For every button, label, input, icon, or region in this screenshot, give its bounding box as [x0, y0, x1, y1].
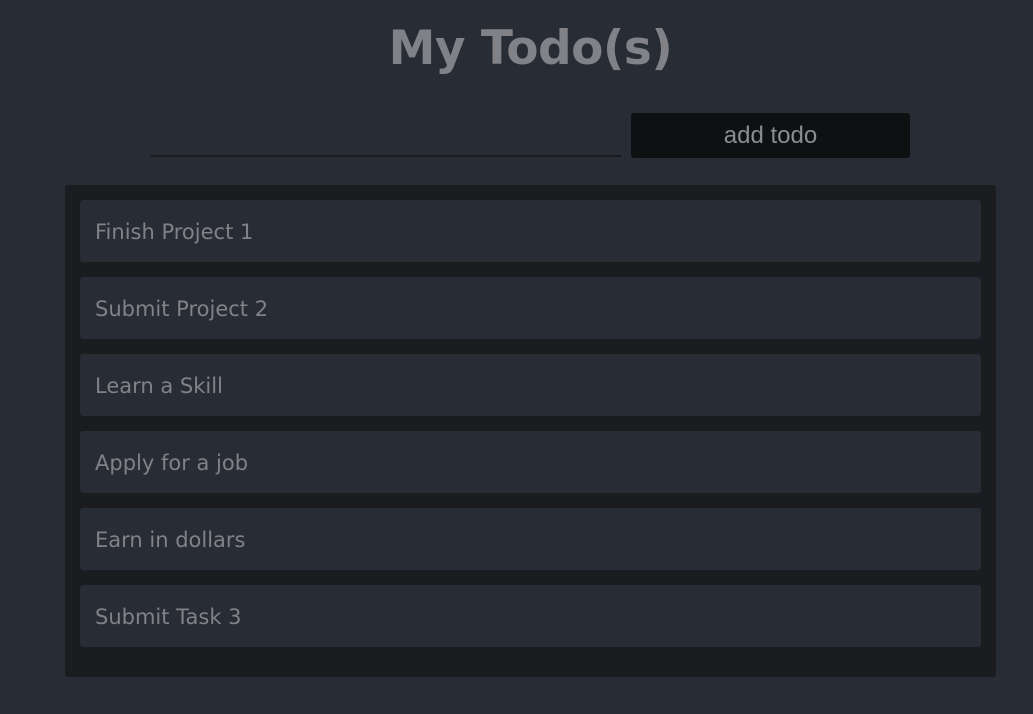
todo-input[interactable]: [151, 113, 621, 157]
add-todo-button[interactable]: add todo: [631, 113, 910, 158]
todo-item-text: Submit Project 2: [95, 296, 269, 321]
todo-item[interactable]: Finish Project 1: [80, 200, 981, 262]
todo-item[interactable]: Learn a Skill: [80, 354, 981, 416]
todo-item[interactable]: Submit Task 3: [80, 585, 981, 647]
page-title: My Todo(s): [388, 21, 673, 76]
todo-item-text: Apply for a job: [95, 450, 249, 475]
todo-item[interactable]: Earn in dollars: [80, 508, 981, 570]
todo-item[interactable]: Submit Project 2: [80, 277, 981, 339]
todo-list: Finish Project 1 Submit Project 2 Learn …: [65, 185, 996, 647]
todo-form: add todo: [151, 113, 911, 159]
todo-app: My Todo(s) add todo Finish Project 1 Sub…: [0, 0, 1033, 714]
todo-item-text: Submit Task 3: [95, 604, 242, 629]
todo-list-panel: Finish Project 1 Submit Project 2 Learn …: [65, 185, 996, 677]
todo-item[interactable]: Apply for a job: [80, 431, 981, 493]
todo-item-text: Finish Project 1: [95, 219, 254, 244]
todo-item-text: Learn a Skill: [95, 373, 223, 398]
todo-item-text: Earn in dollars: [95, 527, 246, 552]
